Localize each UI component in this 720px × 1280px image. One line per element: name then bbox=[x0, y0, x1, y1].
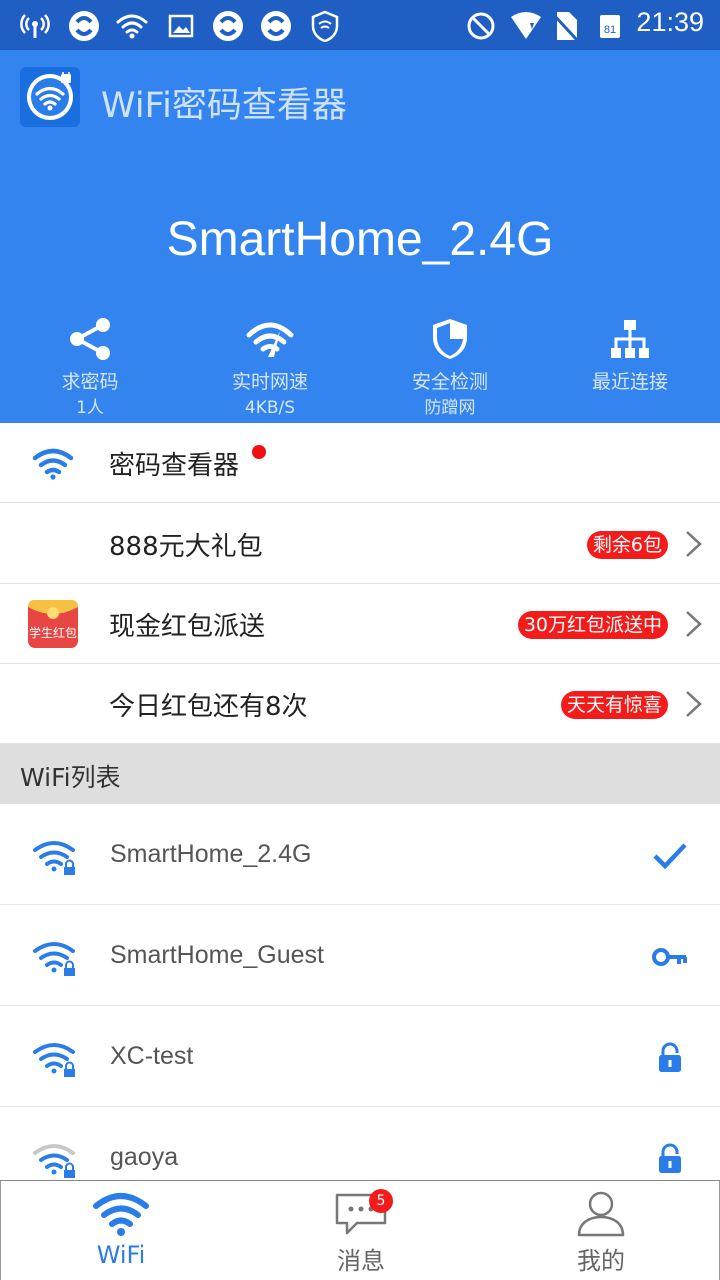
header: WiFi密码查看器 SmartHome_2.4G 求密码 1人 实时网速 4KB… bbox=[0, 50, 720, 423]
wifi-locked-icon bbox=[33, 841, 75, 875]
feature-security-check[interactable]: 安全检测 防蹭网 bbox=[360, 315, 540, 421]
menu-gift-pack[interactable]: 888元大礼包 剩余6包 bbox=[0, 504, 720, 584]
tab-messages[interactable]: 5 消息 bbox=[241, 1181, 481, 1280]
wifi-icon bbox=[26, 438, 80, 488]
bottom-nav: WiFi 5 消息 我的 bbox=[0, 1180, 720, 1280]
tab-wifi[interactable]: WiFi bbox=[1, 1181, 241, 1280]
checkmark-icon bbox=[650, 836, 690, 876]
wifi-name: gaoya bbox=[110, 1143, 179, 1171]
network-tree-icon bbox=[540, 315, 720, 363]
lock-icon bbox=[650, 1139, 690, 1179]
feature-request-password[interactable]: 求密码 1人 bbox=[0, 315, 180, 421]
user-icon bbox=[577, 1191, 625, 1237]
menu-label: 888元大礼包 bbox=[109, 532, 263, 562]
wifi-name: SmartHome_Guest bbox=[110, 941, 324, 969]
wifi-item[interactable]: XC-test bbox=[0, 1006, 720, 1107]
message-count-badge: 5 bbox=[369, 1189, 393, 1213]
menu-badge: 剩余6包 bbox=[586, 531, 668, 559]
tab-label: 消息 bbox=[337, 1247, 385, 1275]
chevron-right-icon bbox=[686, 531, 702, 557]
sync-icon bbox=[258, 9, 294, 43]
wifi-weak-locked-icon bbox=[33, 1144, 75, 1178]
wifi-status-icon bbox=[114, 9, 150, 43]
key-icon bbox=[650, 937, 690, 977]
wifi-name: XC-test bbox=[110, 1042, 194, 1070]
svg-text:学生红包: 学生红包 bbox=[29, 625, 77, 640]
wifi-name: SmartHome_2.4G bbox=[110, 840, 312, 868]
wifi-locked-icon bbox=[33, 942, 75, 976]
image-icon bbox=[166, 9, 196, 43]
red-envelope-icon: 学生红包 bbox=[26, 599, 80, 649]
app-logo[interactable] bbox=[20, 67, 80, 127]
menu-cash-red-envelope[interactable]: 学生红包 现金红包派送 30万红包派送中 bbox=[0, 584, 720, 664]
feature-realtime-speed[interactable]: 实时网速 4KB/S bbox=[180, 315, 360, 421]
wifi-signal-icon bbox=[508, 9, 544, 43]
wifi-list-header: WiFi列表 bbox=[0, 744, 720, 804]
do-not-disturb-icon bbox=[464, 9, 498, 43]
tab-profile[interactable]: 我的 bbox=[481, 1181, 720, 1280]
chevron-right-icon bbox=[686, 691, 702, 717]
app-title: WiFi密码查看器 bbox=[101, 86, 347, 126]
share-icon bbox=[0, 315, 180, 363]
clock: 21:39 bbox=[636, 7, 704, 37]
wifi-icon bbox=[93, 1193, 149, 1236]
calendar-icon: 81 bbox=[598, 9, 622, 43]
wifi-item[interactable]: SmartHome_Guest bbox=[0, 905, 720, 1006]
notification-dot bbox=[252, 445, 266, 459]
sync-icon bbox=[210, 9, 246, 43]
menu-daily-red-envelope[interactable]: 今日红包还有8次 天天有惊喜 bbox=[0, 664, 720, 744]
feature-label: 实时网速 bbox=[231, 371, 308, 393]
feature-sub: 1人 bbox=[76, 398, 104, 418]
svg-text:81: 81 bbox=[604, 24, 616, 36]
hotspot-icon bbox=[18, 9, 52, 43]
feature-label: 安全检测 bbox=[411, 371, 488, 393]
tab-label: WiFi bbox=[96, 1241, 146, 1269]
feature-sub: 防蹭网 bbox=[424, 398, 476, 418]
wifi-locked-icon bbox=[33, 1043, 75, 1077]
shield-wifi-icon bbox=[308, 9, 342, 43]
menu-password-viewer[interactable]: 密码查看器 bbox=[0, 423, 720, 503]
wifi-item[interactable]: SmartHome_2.4G bbox=[0, 804, 720, 905]
shield-icon bbox=[360, 315, 540, 363]
no-sim-icon bbox=[548, 9, 582, 43]
chevron-right-icon bbox=[686, 611, 702, 637]
feature-label: 求密码 bbox=[61, 371, 119, 393]
current-ssid: SmartHome_2.4G bbox=[166, 213, 554, 266]
sync-icon bbox=[66, 9, 102, 43]
menu-label: 密码查看器 bbox=[109, 451, 240, 481]
menu-badge: 天天有惊喜 bbox=[560, 691, 668, 719]
menu-label: 现金红包派送 bbox=[109, 612, 266, 642]
tab-label: 我的 bbox=[577, 1247, 625, 1275]
status-bar: 81 21:39 bbox=[0, 0, 720, 50]
feature-recent-connections[interactable]: 最近连接 bbox=[540, 315, 720, 395]
feature-label: 最近连接 bbox=[591, 371, 668, 393]
feature-sub: 4KB/S bbox=[244, 398, 296, 418]
menu-badge: 30万红包派送中 bbox=[517, 611, 668, 639]
speedometer-icon bbox=[180, 315, 360, 363]
section-title: WiFi列表 bbox=[20, 763, 121, 792]
menu-label: 今日红包还有8次 bbox=[109, 692, 308, 722]
lock-icon bbox=[650, 1038, 690, 1078]
